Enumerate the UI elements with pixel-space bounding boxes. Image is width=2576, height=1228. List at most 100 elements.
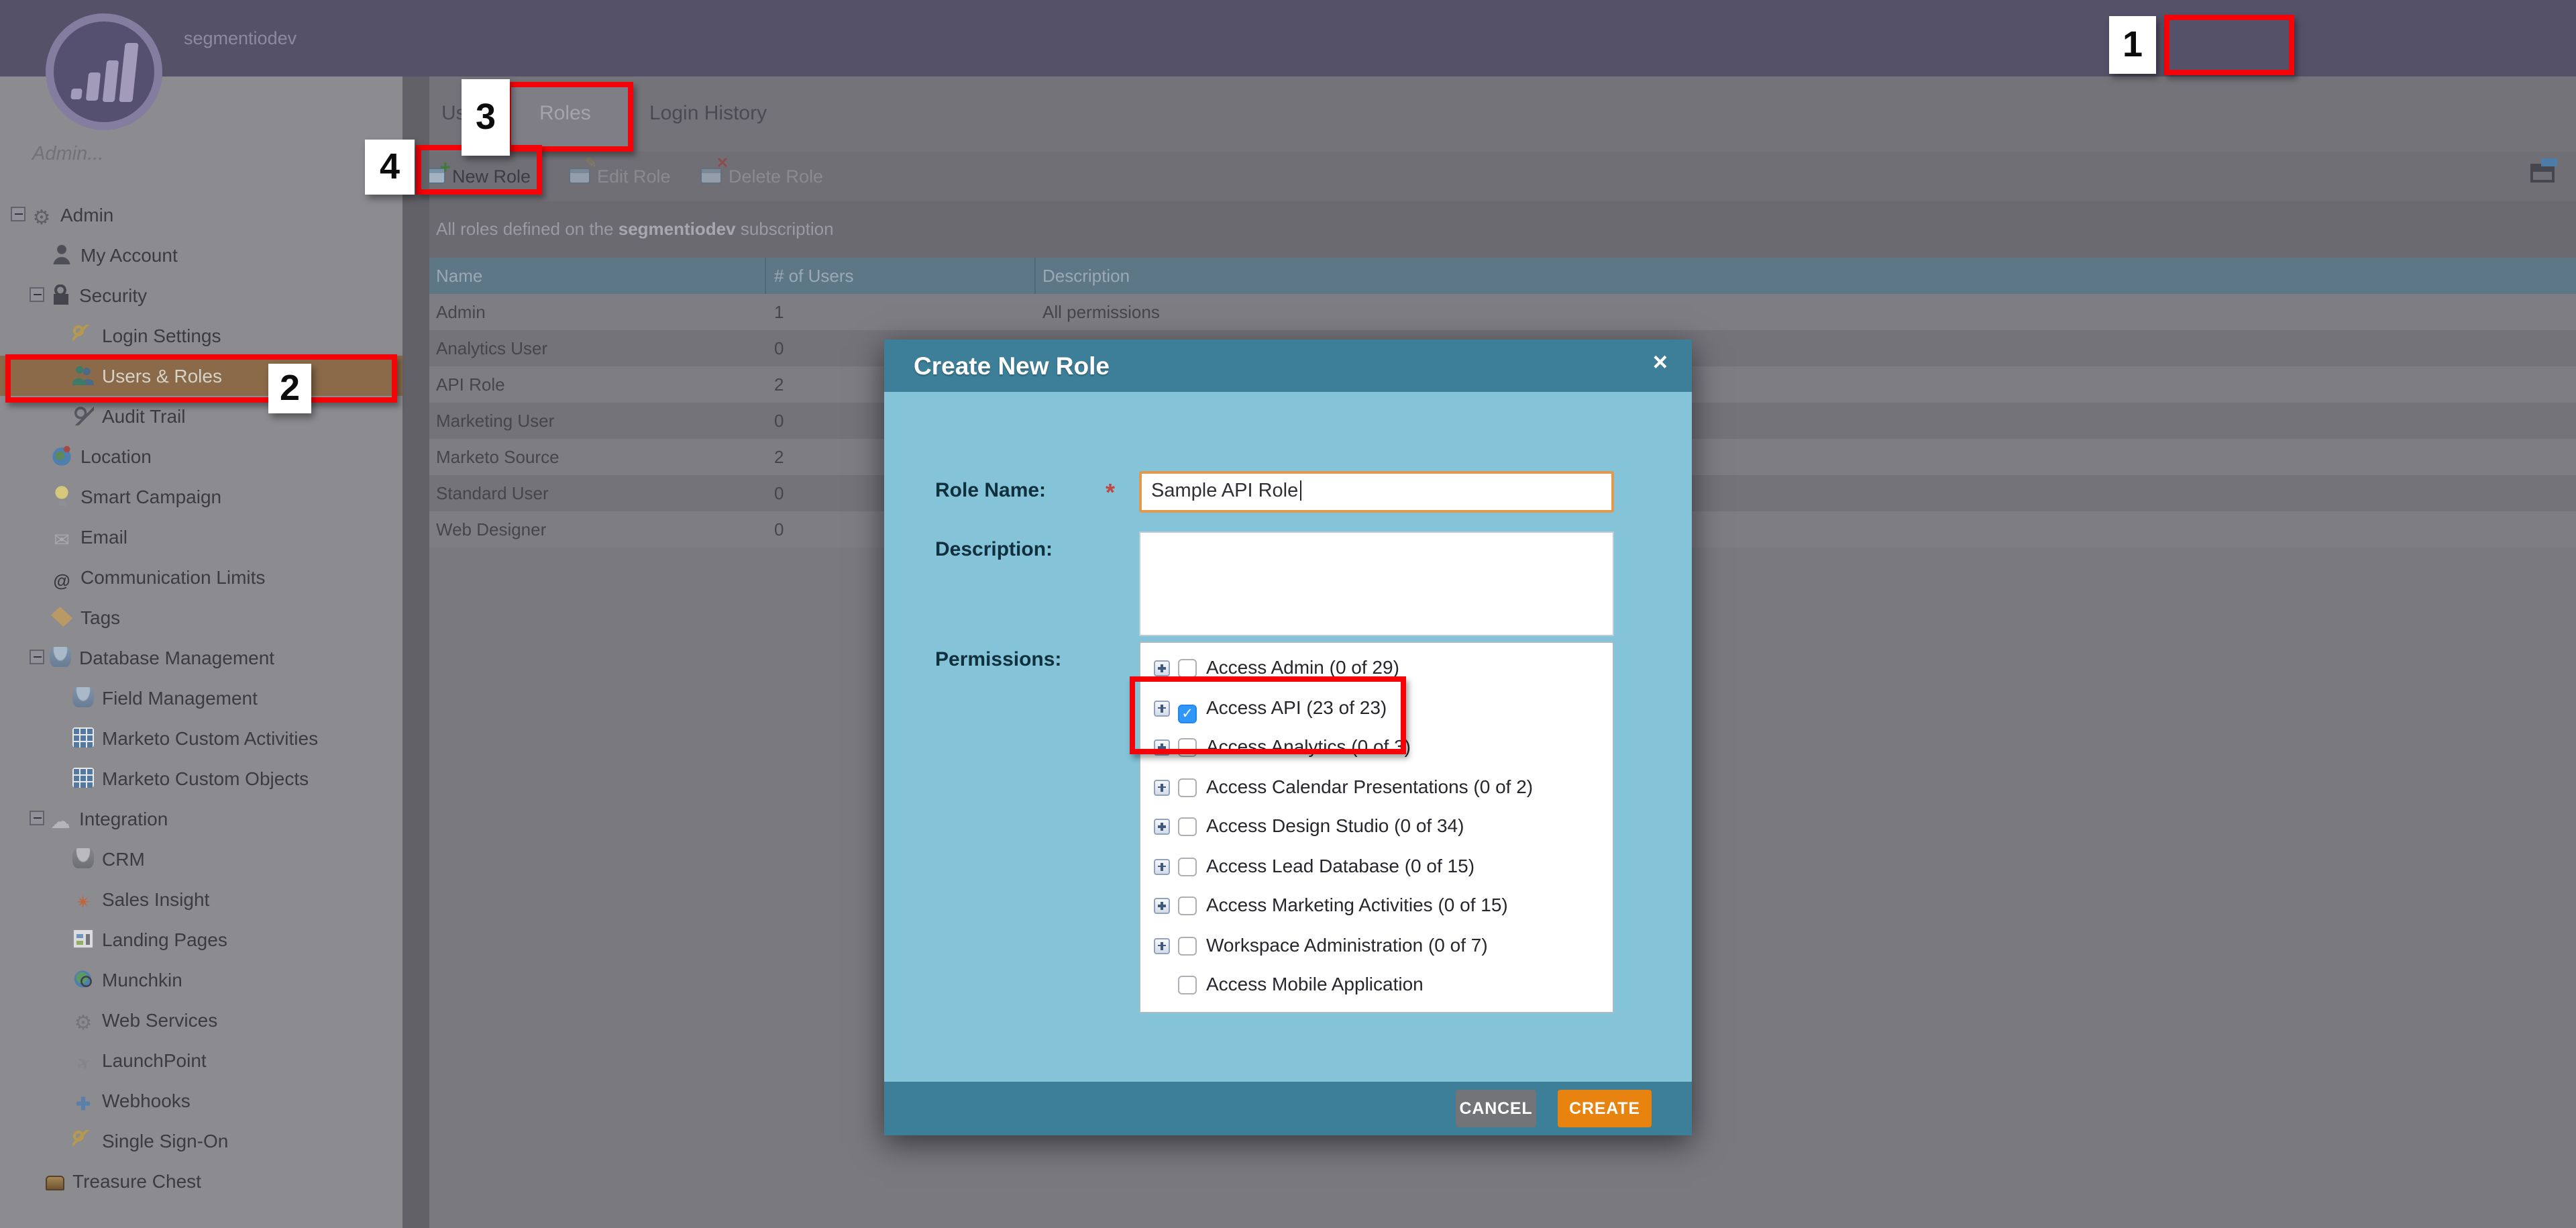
checkbox-unchecked[interactable] [1178, 897, 1197, 915]
tag-icon [51, 607, 72, 627]
checkbox-unchecked[interactable] [1178, 659, 1197, 678]
tab-login-history[interactable]: Login History [649, 76, 767, 152]
column-header-description[interactable]: Description [1042, 258, 1130, 294]
table-header [429, 258, 2576, 294]
envelope-icon [51, 530, 72, 550]
text-cursor [1299, 480, 1301, 501]
collapse-icon[interactable] [11, 207, 25, 221]
keys-icon [72, 1130, 94, 1150]
gear-icon [31, 208, 52, 228]
edit-role-icon [569, 168, 590, 184]
admin-tree: Admin My Account Security Login Settings… [0, 195, 402, 1201]
sidebar-item-label: Munchkin [102, 969, 182, 990]
delete-role-label: Delete Role [729, 166, 823, 187]
required-marker: * [1106, 479, 1115, 507]
sidebar-item-launchpoint[interactable]: LaunchPoint [0, 1040, 402, 1080]
permission-row-access-design-studio[interactable]: Access Design Studio (0 of 34) [1140, 807, 1613, 846]
sidebar-item-munchkin[interactable]: Munchkin [0, 960, 402, 1000]
sidebar-item-location[interactable]: Location [0, 436, 402, 476]
permission-row-access-lead-database[interactable]: Access Lead Database (0 of 15) [1140, 846, 1613, 886]
permission-label: Access Marketing Activities (0 of 15) [1206, 894, 1508, 915]
cell-users: 0 [774, 511, 784, 548]
sidebar-item-single-sign-on[interactable]: Single Sign-On [0, 1121, 402, 1161]
cell-name: Admin [436, 294, 486, 330]
note-suffix: subscription [736, 219, 834, 239]
sidebar-item-admin[interactable]: Admin [0, 195, 402, 235]
expand-icon[interactable] [1154, 660, 1170, 676]
marketo-logo[interactable] [46, 13, 162, 130]
sidebar-item-landing-pages[interactable]: Landing Pages [0, 919, 402, 960]
sidebar-item-sales-insight[interactable]: Sales Insight [0, 879, 402, 919]
column-header-name[interactable]: Name [436, 258, 482, 294]
close-icon[interactable]: × [1653, 349, 1668, 378]
expand-icon[interactable] [1154, 898, 1170, 914]
sidebar-item-my-account[interactable]: My Account [0, 235, 402, 275]
checkbox-unchecked[interactable] [1178, 817, 1197, 836]
sidebar-item-webhooks[interactable]: Webhooks [0, 1080, 402, 1121]
sidebar-splitter[interactable] [402, 76, 429, 1228]
sidebar-filter-input[interactable]: Admin... [32, 144, 103, 165]
cell-users: 0 [774, 403, 784, 439]
table-icon [72, 727, 94, 748]
sidebar-item-web-services[interactable]: Web Services [0, 1000, 402, 1040]
delete-role-icon [700, 168, 722, 184]
cell-name: Web Designer [436, 511, 546, 548]
sidebar-item-communication-limits[interactable]: Communication Limits [0, 557, 402, 597]
permission-row-access-calendar[interactable]: Access Calendar Presentations (0 of 2) [1140, 767, 1613, 807]
sidebar-item-login-settings[interactable]: Login Settings [0, 315, 402, 356]
delete-role-button[interactable]: Delete Role [700, 152, 823, 201]
role-name-label: Role Name: [935, 479, 1046, 502]
sidebar-item-tags[interactable]: Tags [0, 597, 402, 637]
sidebar-item-field-management[interactable]: Field Management [0, 678, 402, 718]
expand-icon[interactable] [1154, 858, 1170, 874]
checkbox-unchecked[interactable] [1178, 976, 1197, 994]
collapse-icon[interactable] [30, 287, 44, 302]
cell-users: 2 [774, 366, 784, 403]
cell-users: 0 [774, 330, 784, 366]
sidebar-item-label: Location [80, 446, 152, 467]
permission-row-workspace-administration[interactable]: Workspace Administration (0 of 7) [1140, 925, 1613, 965]
cancel-button[interactable]: CANCEL [1456, 1090, 1536, 1127]
annotation-step-3: 3 [462, 79, 510, 156]
sidebar-item-treasure-chest[interactable]: Treasure Chest [0, 1161, 402, 1201]
role-name-input[interactable]: Sample API Role [1139, 471, 1614, 513]
table-row[interactable]: Admin 1 All permissions [429, 294, 2576, 330]
sidebar-item-smart-campaign[interactable]: Smart Campaign [0, 476, 402, 517]
cell-name: Marketo Source [436, 439, 559, 475]
cell-name: Analytics User [436, 330, 547, 366]
admin-sidebar: Admin... Admin My Account Security Login… [0, 76, 402, 1228]
column-header-users[interactable]: # of Users [774, 258, 854, 294]
cell-description: All permissions [1042, 294, 1160, 330]
sidebar-item-email[interactable]: Email [0, 517, 402, 557]
window-layout-icon[interactable] [2530, 164, 2555, 183]
sidebar-item-marketo-custom-objects[interactable]: Marketo Custom Objects [0, 758, 402, 799]
checkbox-unchecked[interactable] [1178, 778, 1197, 797]
collapse-icon[interactable] [30, 811, 44, 825]
description-textarea[interactable] [1139, 531, 1614, 636]
sidebar-item-label: My Account [80, 244, 178, 266]
expand-icon[interactable] [1154, 779, 1170, 795]
sidebar-item-label: CRM [102, 848, 145, 870]
description-label: Description: [935, 538, 1053, 561]
at-icon [51, 570, 72, 591]
sidebar-item-crm[interactable]: CRM [0, 839, 402, 879]
permissions-label: Permissions: [935, 648, 1061, 671]
create-button[interactable]: CREATE [1558, 1090, 1652, 1127]
permission-row-access-marketing-activities[interactable]: Access Marketing Activities (0 of 15) [1140, 886, 1613, 925]
expand-icon[interactable] [1154, 937, 1170, 954]
collapse-icon[interactable] [30, 650, 44, 664]
note-prefix: All roles defined on the [436, 219, 619, 239]
cloud-icon [50, 812, 71, 832]
expand-icon[interactable] [1154, 819, 1170, 835]
sidebar-item-database-management[interactable]: Database Management [0, 637, 402, 678]
sidebar-item-security[interactable]: Security [0, 275, 402, 315]
sidebar-item-integration[interactable]: Integration [0, 799, 402, 839]
cell-name: Marketing User [436, 403, 554, 439]
permission-row-access-mobile-application[interactable]: Access Mobile Application [1140, 965, 1613, 1005]
edit-role-button[interactable]: Edit Role [569, 152, 671, 201]
sidebar-item-marketo-custom-activities[interactable]: Marketo Custom Activities [0, 718, 402, 758]
rocket-icon [72, 1054, 94, 1074]
column-divider [1034, 258, 1036, 294]
checkbox-unchecked[interactable] [1178, 936, 1197, 955]
checkbox-unchecked[interactable] [1178, 857, 1197, 876]
